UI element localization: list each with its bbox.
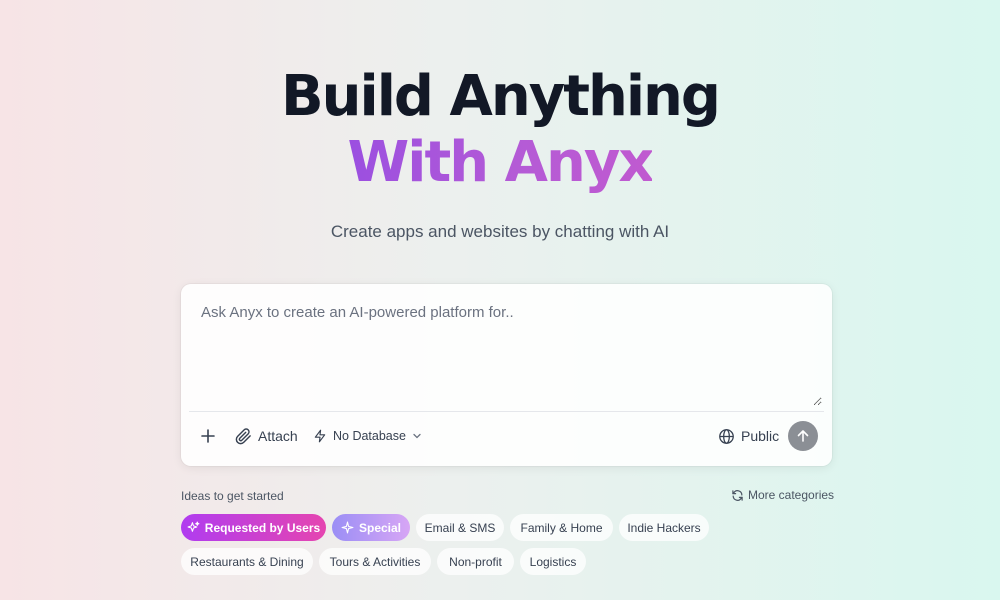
chip-label: Special	[358, 520, 402, 535]
chip-family-home[interactable]: Family & Home	[510, 514, 613, 541]
hero: Build Anything With Anyx	[0, 62, 1000, 194]
database-label: No Database	[333, 429, 406, 443]
chip-label: Logistics	[529, 554, 577, 569]
send-button[interactable]	[788, 421, 818, 451]
hero-title-accent: With Anyx	[347, 130, 655, 195]
chip-label: Requested by Users	[204, 520, 321, 535]
more-categories-label: More categories	[748, 488, 835, 502]
chip-restaurants-dining[interactable]: Restaurants & Dining	[181, 548, 313, 575]
chip-label: Family & Home	[520, 520, 603, 535]
chip-logistics[interactable]: Logistics	[520, 548, 586, 575]
attach-label: Attach	[258, 428, 298, 444]
more-categories-link[interactable]: More categories	[731, 488, 834, 502]
lightning-icon	[314, 429, 326, 443]
chip-label: Restaurants & Dining	[190, 554, 304, 569]
chevron-down-icon	[413, 433, 421, 439]
chip-special[interactable]: Special	[332, 514, 410, 541]
sparkles-icon	[187, 521, 200, 532]
chip-label: Email & SMS	[424, 520, 496, 535]
refresh-icon	[732, 489, 743, 501]
prompt-input[interactable]	[191, 294, 822, 406]
attach-button[interactable]: Attach	[235, 424, 298, 448]
card-divider	[189, 411, 824, 412]
plus-icon	[201, 429, 215, 443]
visibility-label: Public	[741, 428, 780, 444]
chip-label: Tours & Activities	[329, 554, 421, 569]
chip-email-sms[interactable]: Email & SMS	[416, 514, 504, 541]
chip-tours-activities[interactable]: Tours & Activities	[319, 548, 431, 575]
chip-requested-by-users[interactable]: Requested by Users	[181, 514, 326, 541]
arrow-up-icon	[797, 430, 809, 442]
prompt-card: Attach No Database Public	[181, 284, 832, 466]
hero-title: Build Anything	[280, 64, 721, 129]
chip-label: Non-profit	[449, 554, 502, 569]
chip-label: Indie Hackers	[627, 520, 701, 535]
paperclip-icon	[235, 427, 251, 444]
globe-icon	[719, 428, 734, 444]
ideas-label: Ideas to get started	[181, 489, 284, 503]
sparkle-star-icon	[341, 521, 354, 534]
add-button[interactable]	[201, 424, 215, 448]
database-select[interactable]: No Database	[313, 424, 422, 448]
chip-indie-hackers[interactable]: Indie Hackers	[619, 514, 709, 541]
visibility-toggle[interactable]: Public	[718, 424, 779, 448]
hero-subtitle: Create apps and websites by chatting wit…	[330, 222, 670, 241]
chip-non-profit[interactable]: Non-profit	[437, 548, 514, 575]
